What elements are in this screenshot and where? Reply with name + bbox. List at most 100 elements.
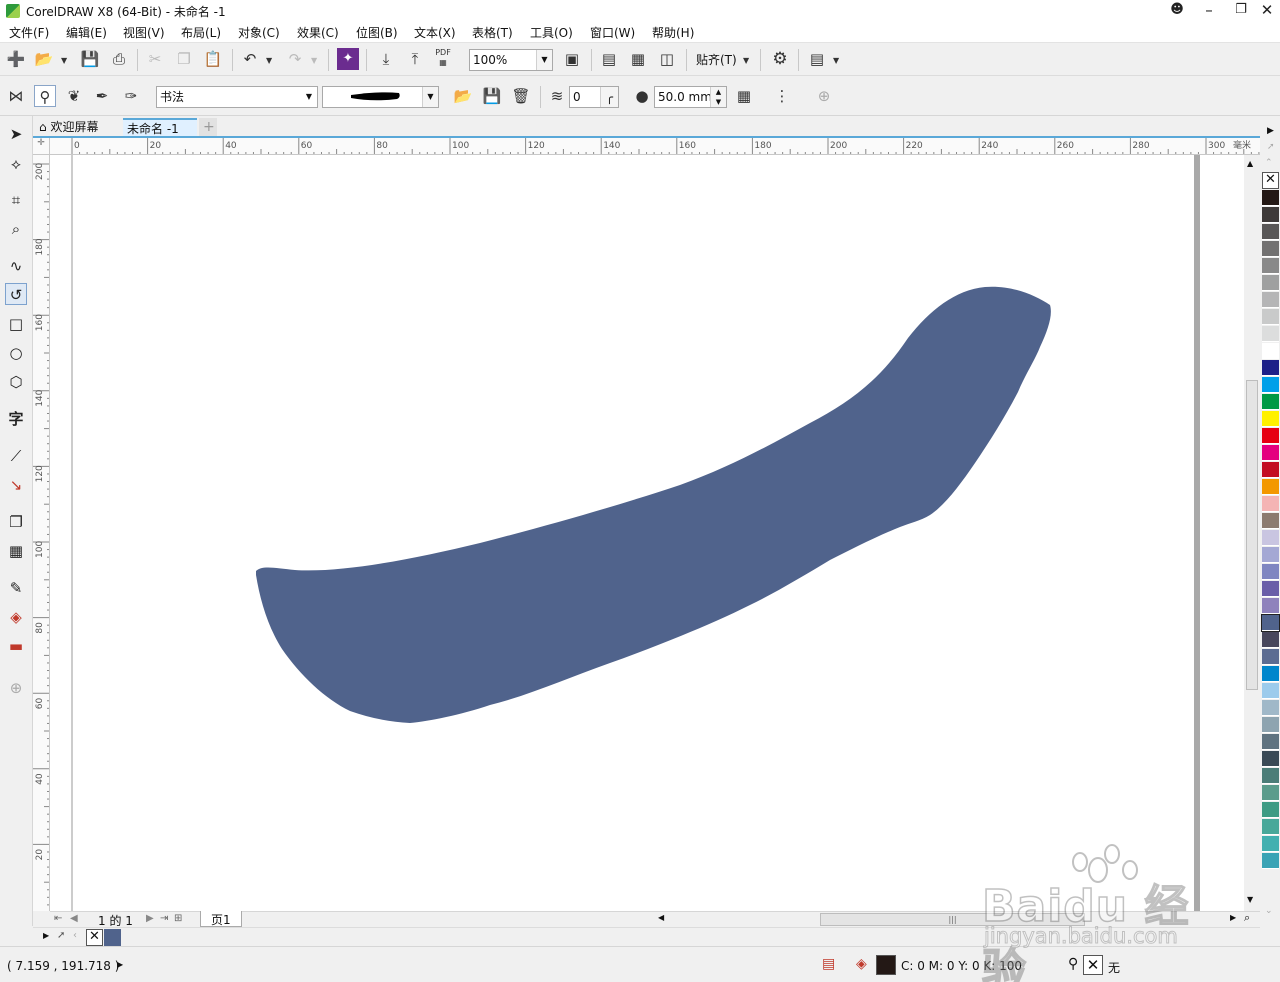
- snap-to-menu[interactable]: 贴齐(T): [696, 51, 737, 68]
- text-tool-icon[interactable]: 字: [5, 408, 27, 430]
- vertical-scrollbar[interactable]: ▲ ▼: [1244, 155, 1260, 911]
- palette-swatch[interactable]: [1262, 683, 1279, 699]
- add-page-icon[interactable]: ⊞: [174, 913, 182, 924]
- palette-swatch[interactable]: [1262, 224, 1279, 240]
- save-brush-icon[interactable]: 💾: [481, 85, 503, 107]
- menu-text[interactable]: 文本(X): [414, 24, 456, 41]
- zoom-level-combo[interactable]: 100% ▼: [469, 49, 553, 71]
- doc-palette-swatch[interactable]: [104, 929, 121, 946]
- previous-page-icon[interactable]: ◀: [70, 913, 78, 924]
- palette-scroll-down-icon[interactable]: ⌄: [1265, 906, 1273, 916]
- palette-swatch[interactable]: [1262, 513, 1279, 529]
- palette-swatch[interactable]: [1262, 309, 1279, 325]
- palette-swatch[interactable]: [1262, 411, 1279, 427]
- menu-file[interactable]: 文件(F): [9, 24, 49, 41]
- artistic-media-tool-icon[interactable]: ↺: [5, 283, 27, 305]
- palette-swatch[interactable]: [1262, 496, 1279, 512]
- undo-dropdown-icon[interactable]: ▼: [266, 56, 272, 65]
- scroll-down-icon[interactable]: ▼: [1247, 895, 1253, 904]
- palette-swatch[interactable]: [1262, 462, 1279, 478]
- palette-swatch[interactable]: [1262, 394, 1279, 410]
- paste-icon[interactable]: 📋: [202, 48, 224, 70]
- palette-swatch[interactable]: [1262, 564, 1279, 580]
- palette-swatch[interactable]: [1262, 258, 1279, 274]
- palette-swatch[interactable]: [1262, 836, 1279, 852]
- polygon-tool-icon[interactable]: ⬡: [5, 371, 27, 393]
- palette-scroll-up-icon[interactable]: ⌃: [1265, 158, 1273, 168]
- ellipse-tool-icon[interactable]: ○: [5, 342, 27, 364]
- application-launcher-icon[interactable]: ▤: [806, 48, 828, 70]
- palette-swatch[interactable]: [1262, 598, 1279, 614]
- show-rulers-icon[interactable]: ▤: [598, 48, 620, 70]
- preset-tool-icon[interactable]: ⋈: [5, 85, 27, 107]
- shape-tool-icon[interactable]: ⟡: [5, 153, 27, 175]
- doc-palette-eyedropper-icon[interactable]: ➚: [57, 930, 65, 941]
- color-eyedropper-tool-icon[interactable]: ✎: [5, 577, 27, 599]
- palette-swatch[interactable]: [1262, 853, 1279, 869]
- last-page-icon[interactable]: ⇥: [160, 913, 168, 924]
- new-tab-plus-icon[interactable]: +: [199, 118, 217, 136]
- calligraphic-tool-icon[interactable]: ✒: [91, 85, 113, 107]
- redo-dropdown-icon[interactable]: ▼: [311, 56, 317, 65]
- scale-with-object-icon[interactable]: ▦: [733, 85, 755, 107]
- menu-view[interactable]: 视图(V): [123, 24, 165, 41]
- palette-swatch[interactable]: [1262, 768, 1279, 784]
- first-page-icon[interactable]: ⇤: [54, 913, 62, 924]
- ruler-origin[interactable]: ✛: [33, 138, 50, 155]
- interactive-fill-tool-icon[interactable]: ◈: [5, 606, 27, 628]
- doc-palette-no-color[interactable]: ✕: [86, 929, 103, 946]
- palette-swatch[interactable]: [1262, 360, 1279, 376]
- palette-swatch[interactable]: [1262, 819, 1279, 835]
- palette-options-icon[interactable]: ➚: [1267, 142, 1275, 152]
- palette-swatch[interactable]: [1262, 445, 1279, 461]
- next-page-icon[interactable]: ▶: [146, 913, 154, 924]
- palette-swatch[interactable]: [1262, 428, 1279, 444]
- new-document-icon[interactable]: ➕: [5, 48, 27, 70]
- menu-help[interactable]: 帮助(H): [652, 24, 694, 41]
- palette-swatch[interactable]: [1262, 734, 1279, 750]
- tab-document[interactable]: 未命名 -1: [123, 118, 197, 136]
- palette-swatch[interactable]: [1262, 190, 1279, 206]
- horizontal-ruler[interactable]: 0 20 40 60 80 100 120 140 160 180 200 220 240 260 280 3…: [50, 138, 1260, 155]
- publish-pdf-icon[interactable]: PDF ▦: [432, 48, 454, 70]
- smart-fill-tool-icon[interactable]: ▬: [5, 635, 27, 657]
- palette-flyout-icon[interactable]: ▶: [1267, 126, 1274, 136]
- brush-style-dropdown-icon[interactable]: ▼: [301, 87, 317, 107]
- snap-dropdown-icon[interactable]: ▼: [743, 56, 749, 65]
- import-icon[interactable]: ⤓: [375, 48, 397, 70]
- crop-tool-icon[interactable]: ⌗: [5, 189, 27, 211]
- full-screen-icon[interactable]: ▣: [561, 48, 583, 70]
- transparency-tool-icon[interactable]: ▦: [5, 540, 27, 562]
- no-color-swatch[interactable]: ✕: [1262, 172, 1279, 189]
- browse-brush-icon[interactable]: 📂: [452, 85, 474, 107]
- stroke-preset-dropdown-icon[interactable]: ▼: [422, 87, 438, 107]
- smoothing-slider-icon[interactable]: ╭: [600, 87, 618, 107]
- drawing-canvas[interactable]: [50, 155, 1244, 911]
- calligraphy-brush-stroke[interactable]: [256, 286, 1051, 723]
- stroke-preset-combo[interactable]: ▼: [322, 86, 439, 108]
- color-proofing-icon[interactable]: ▤: [822, 956, 835, 972]
- undo-icon[interactable]: ↶: [239, 48, 261, 70]
- drop-shadow-tool-icon[interactable]: ❐: [5, 511, 27, 533]
- menu-window[interactable]: 窗口(W): [590, 24, 635, 41]
- palette-swatch[interactable]: [1262, 241, 1279, 257]
- sprayer-tool-icon[interactable]: ❦: [63, 85, 85, 107]
- cut-icon[interactable]: ✂: [144, 48, 166, 70]
- doc-palette-scroll-left-icon[interactable]: ‹: [73, 930, 77, 941]
- smoothing-field[interactable]: 0 ╭: [569, 86, 619, 108]
- bounding-box-icon[interactable]: ⋮: [771, 85, 793, 107]
- close-button[interactable]: ✕: [1250, 0, 1280, 22]
- palette-swatch[interactable]: [1262, 632, 1279, 648]
- copy-icon[interactable]: ❐: [173, 48, 195, 70]
- quick-customize-icon[interactable]: ⊕: [5, 677, 27, 699]
- menu-table[interactable]: 表格(T): [472, 24, 513, 41]
- brush-tool-icon[interactable]: ⚲: [34, 85, 56, 107]
- palette-swatch[interactable]: [1262, 207, 1279, 223]
- palette-swatch[interactable]: [1262, 700, 1279, 716]
- palette-swatch[interactable]: [1262, 802, 1279, 818]
- scroll-up-icon[interactable]: ▲: [1247, 159, 1253, 168]
- freehand-tool-icon[interactable]: ∿: [5, 255, 27, 277]
- vertical-scroll-thumb[interactable]: [1246, 380, 1258, 690]
- menu-edit[interactable]: 编辑(E): [66, 24, 107, 41]
- menu-object[interactable]: 对象(C): [238, 24, 280, 41]
